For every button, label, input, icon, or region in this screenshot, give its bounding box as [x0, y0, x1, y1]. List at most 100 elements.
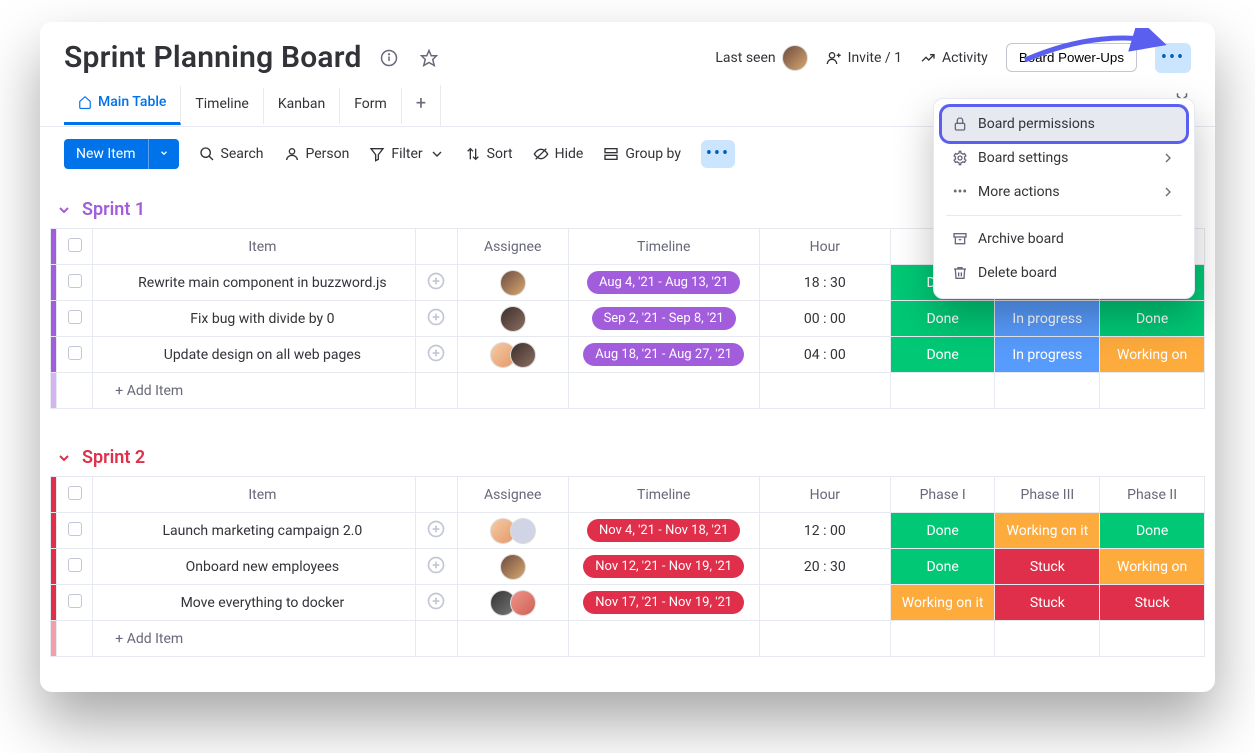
status-cell[interactable]: Working on — [1100, 337, 1205, 373]
menu-archive-board[interactable]: Archive board — [942, 222, 1186, 256]
table-row[interactable]: Onboard new employees Nov 12, '21 - Nov … — [51, 549, 1205, 585]
menu-board-permissions[interactable]: Board permissions — [942, 107, 1186, 141]
timeline-pill[interactable]: Nov 17, '21 - Nov 19, '21 — [583, 591, 744, 614]
hour-cell[interactable]: 00 : 00 — [759, 301, 890, 337]
timeline-pill[interactable]: Nov 4, '21 - Nov 18, '21 — [587, 519, 741, 542]
status-cell[interactable]: Done — [1100, 513, 1205, 549]
tab-kanban[interactable]: Kanban — [264, 88, 340, 124]
table-row[interactable]: Launch marketing campaign 2.0 Nov 4, '21… — [51, 513, 1205, 549]
avatar — [782, 45, 808, 71]
status-cell[interactable]: Stuck — [995, 549, 1100, 585]
row-checkbox[interactable] — [68, 522, 82, 536]
timeline-pill[interactable]: Nov 12, '21 - Nov 19, '21 — [583, 555, 744, 578]
new-item-button[interactable]: New Item — [64, 139, 179, 169]
assignee-cell[interactable] — [459, 518, 567, 544]
col-assignee[interactable]: Assignee — [457, 477, 568, 513]
col-timeline[interactable]: Timeline — [568, 229, 759, 265]
board-more-button[interactable]: ••• — [1155, 43, 1191, 73]
sort-button[interactable]: Sort — [465, 146, 513, 162]
board-card: Sprint Planning Board Last seen Invite /… — [40, 22, 1215, 692]
col-assignee[interactable]: Assignee — [457, 229, 568, 265]
filter-button[interactable]: Filter — [369, 146, 444, 162]
status-cell[interactable]: Done — [890, 513, 995, 549]
col-phase-3[interactable]: Phase III — [995, 477, 1100, 513]
table-row[interactable]: Update design on all web pages Aug 18, '… — [51, 337, 1205, 373]
hour-cell[interactable]: 04 : 00 — [759, 337, 890, 373]
row-checkbox[interactable] — [68, 594, 82, 608]
status-cell[interactable]: Done — [890, 301, 995, 337]
menu-board-settings[interactable]: Board settings — [942, 141, 1186, 175]
tab-timeline[interactable]: Timeline — [181, 88, 263, 124]
chat-add-icon[interactable] — [426, 307, 446, 327]
assignee-cell[interactable] — [459, 306, 567, 332]
assignee-cell[interactable] — [459, 554, 567, 580]
add-item-row[interactable]: + Add Item — [51, 373, 1205, 409]
status-cell[interactable]: Working on it — [995, 513, 1100, 549]
powerups-button[interactable]: Board Power-Ups — [1006, 43, 1137, 72]
assignee-cell[interactable] — [459, 270, 567, 296]
invite-button[interactable]: Invite / 1 — [826, 50, 902, 66]
chat-add-icon[interactable] — [426, 343, 446, 363]
assignee-cell[interactable] — [459, 590, 567, 616]
col-hour[interactable]: Hour — [759, 229, 890, 265]
status-cell[interactable]: Done — [1100, 301, 1205, 337]
row-checkbox[interactable] — [68, 274, 82, 288]
tab-form[interactable]: Form — [340, 88, 402, 124]
col-item[interactable]: Item — [93, 477, 415, 513]
status-cell[interactable]: Working on it — [890, 585, 995, 621]
item-name[interactable]: Move everything to docker — [93, 585, 415, 621]
activity-button[interactable]: Activity — [920, 50, 988, 66]
col-timeline[interactable]: Timeline — [568, 477, 759, 513]
status-cell[interactable]: Stuck — [1100, 585, 1205, 621]
item-name[interactable]: Fix bug with divide by 0 — [93, 301, 415, 337]
menu-more-actions[interactable]: ••• More actions — [942, 175, 1186, 209]
status-cell[interactable]: Stuck — [995, 585, 1100, 621]
status-cell[interactable]: In progress — [995, 301, 1100, 337]
col-phase-1[interactable]: Phase I — [890, 477, 995, 513]
select-all-checkbox[interactable] — [68, 486, 82, 500]
hour-cell[interactable] — [759, 585, 890, 621]
new-item-caret[interactable] — [148, 139, 179, 169]
chat-add-icon[interactable] — [426, 591, 446, 611]
col-phase-2[interactable]: Phase II — [1100, 477, 1205, 513]
hide-button[interactable]: Hide — [533, 146, 584, 162]
item-name[interactable]: Update design on all web pages — [93, 337, 415, 373]
item-name[interactable]: Rewrite main component in buzzword.js — [93, 265, 415, 301]
chat-add-icon[interactable] — [426, 519, 446, 539]
last-seen[interactable]: Last seen — [715, 45, 807, 71]
hour-cell[interactable]: 12 : 00 — [759, 513, 890, 549]
row-checkbox[interactable] — [68, 310, 82, 324]
status-cell[interactable]: Done — [890, 549, 995, 585]
status-cell[interactable]: In progress — [995, 337, 1100, 373]
col-hour[interactable]: Hour — [759, 477, 890, 513]
item-name[interactable]: Onboard new employees — [93, 549, 415, 585]
row-checkbox[interactable] — [68, 346, 82, 360]
table-row[interactable]: Move everything to docker Nov 17, '21 - … — [51, 585, 1205, 621]
person-filter-button[interactable]: Person — [284, 146, 350, 162]
item-name[interactable]: Launch marketing campaign 2.0 — [93, 513, 415, 549]
group-header[interactable]: Sprint 2 — [50, 439, 1205, 476]
hour-cell[interactable]: 18 : 30 — [759, 265, 890, 301]
col-item[interactable]: Item — [93, 229, 415, 265]
add-view-button[interactable]: + — [402, 85, 441, 126]
toolbar-more-button[interactable]: ••• — [701, 140, 735, 168]
table-row[interactable]: Fix bug with divide by 0 Sep 2, '21 - Se… — [51, 301, 1205, 337]
chat-add-icon[interactable] — [426, 271, 446, 291]
assignee-cell[interactable] — [459, 342, 567, 368]
add-item-row[interactable]: + Add Item — [51, 621, 1205, 657]
row-checkbox[interactable] — [68, 558, 82, 572]
timeline-pill[interactable]: Aug 4, '21 - Aug 13, '21 — [587, 271, 741, 294]
star-icon[interactable] — [416, 45, 442, 71]
timeline-pill[interactable]: Sep 2, '21 - Sep 8, '21 — [592, 307, 736, 330]
status-cell[interactable]: Working on — [1100, 549, 1205, 585]
menu-delete-board[interactable]: Delete board — [942, 256, 1186, 290]
tab-main-table[interactable]: Main Table — [64, 86, 181, 125]
group-by-button[interactable]: Group by — [603, 146, 681, 162]
select-all-checkbox[interactable] — [68, 238, 82, 252]
chat-add-icon[interactable] — [426, 555, 446, 575]
search-button[interactable]: Search — [199, 146, 264, 162]
status-cell[interactable]: Done — [890, 337, 995, 373]
info-icon[interactable] — [376, 45, 402, 71]
timeline-pill[interactable]: Aug 18, '21 - Aug 27, '21 — [583, 343, 744, 366]
hour-cell[interactable]: 20 : 30 — [759, 549, 890, 585]
